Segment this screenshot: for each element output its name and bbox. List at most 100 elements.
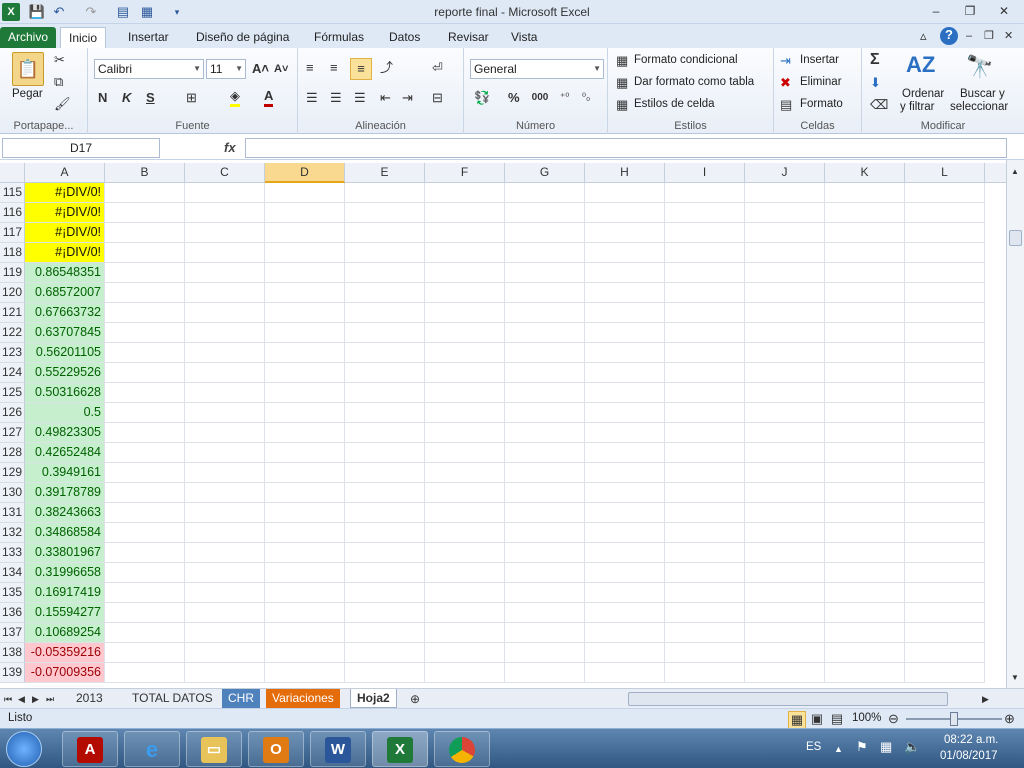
cell-i[interactable]: [665, 523, 745, 543]
cell-g[interactable]: [505, 183, 585, 203]
cell-b[interactable]: [105, 263, 185, 283]
cell-g[interactable]: [505, 463, 585, 483]
ribbon-restore-icon[interactable]: ❐: [984, 28, 994, 44]
cell-b[interactable]: [105, 463, 185, 483]
cell-g[interactable]: [505, 503, 585, 523]
cell-l[interactable]: [905, 523, 985, 543]
cell-f[interactable]: [425, 263, 505, 283]
cell-j[interactable]: [745, 243, 825, 263]
cell-c[interactable]: [185, 523, 265, 543]
cell-k[interactable]: [825, 543, 905, 563]
taskbar-ie[interactable]: e: [124, 731, 180, 767]
cell-h[interactable]: [585, 223, 665, 243]
cell-e[interactable]: [345, 383, 425, 403]
underline-button[interactable]: S: [146, 90, 155, 106]
cell-h[interactable]: [585, 263, 665, 283]
row-header[interactable]: 116: [0, 203, 25, 223]
cell-d[interactable]: [265, 563, 345, 583]
cell-i[interactable]: [665, 423, 745, 443]
cell-j[interactable]: [745, 563, 825, 583]
cell-c[interactable]: [185, 203, 265, 223]
cell-h[interactable]: [585, 183, 665, 203]
cell-a[interactable]: 0.67663732: [25, 303, 105, 323]
clock-date[interactable]: 01/08/2017: [940, 750, 998, 762]
cell-f[interactable]: [425, 203, 505, 223]
cell-a[interactable]: 0.50316628: [25, 383, 105, 403]
cell-g[interactable]: [505, 643, 585, 663]
cell-g[interactable]: [505, 263, 585, 283]
increase-indent-icon[interactable]: ⇥: [402, 90, 413, 106]
cell-a[interactable]: 0.68572007: [25, 283, 105, 303]
cell-g[interactable]: [505, 223, 585, 243]
cell-a[interactable]: -0.07009356: [25, 663, 105, 683]
cell-l[interactable]: [905, 643, 985, 663]
cell-j[interactable]: [745, 403, 825, 423]
cell-k[interactable]: [825, 503, 905, 523]
cell-i[interactable]: [665, 203, 745, 223]
cell-d[interactable]: [265, 663, 345, 683]
cell-c[interactable]: [185, 583, 265, 603]
row-header[interactable]: 117: [0, 223, 25, 243]
cell-i[interactable]: [665, 243, 745, 263]
cell-f[interactable]: [425, 603, 505, 623]
fill-icon[interactable]: ⬇: [870, 75, 881, 91]
decrease-decimal-icon[interactable]: ⁰₀: [582, 90, 590, 106]
cell-a[interactable]: #¡DIV/0!: [25, 203, 105, 223]
cell-b[interactable]: [105, 523, 185, 543]
cell-l[interactable]: [905, 563, 985, 583]
cell-f[interactable]: [425, 483, 505, 503]
insert-function-button[interactable]: fx: [224, 140, 236, 155]
delete-cells-button[interactable]: Eliminar: [800, 76, 842, 88]
cell-e[interactable]: [345, 223, 425, 243]
cell-a[interactable]: #¡DIV/0!: [25, 183, 105, 203]
cell-i[interactable]: [665, 643, 745, 663]
cell-a[interactable]: 0.16917419: [25, 583, 105, 603]
row-header[interactable]: 130: [0, 483, 25, 503]
row-header[interactable]: 134: [0, 563, 25, 583]
cell-i[interactable]: [665, 583, 745, 603]
cell-b[interactable]: [105, 423, 185, 443]
ribbon-close-icon[interactable]: ✕: [1004, 28, 1013, 44]
cell-g[interactable]: [505, 483, 585, 503]
sort-filter-label-1[interactable]: Ordenar: [902, 88, 944, 100]
cell-e[interactable]: [345, 183, 425, 203]
cell-g[interactable]: [505, 583, 585, 603]
cell-f[interactable]: [425, 563, 505, 583]
cell-b[interactable]: [105, 563, 185, 583]
column-header-j[interactable]: J: [745, 163, 825, 183]
cell-i[interactable]: [665, 283, 745, 303]
cell-i[interactable]: [665, 503, 745, 523]
zoom-level[interactable]: 100%: [852, 712, 881, 724]
taskbar-chrome[interactable]: [434, 731, 490, 767]
cell-h[interactable]: [585, 303, 665, 323]
cell-l[interactable]: [905, 603, 985, 623]
cell-k[interactable]: [825, 323, 905, 343]
cell-j[interactable]: [745, 263, 825, 283]
tab-insertar[interactable]: Insertar: [120, 27, 177, 48]
taskbar-outlook[interactable]: O: [248, 731, 304, 767]
clear-icon[interactable]: ⌫: [870, 97, 888, 113]
cell-a[interactable]: 0.56201105: [25, 343, 105, 363]
cell-e[interactable]: [345, 503, 425, 523]
cell-j[interactable]: [745, 223, 825, 243]
number-format-combo[interactable]: General ▼: [470, 59, 604, 79]
cell-j[interactable]: [745, 203, 825, 223]
cell-a[interactable]: 0.38243663: [25, 503, 105, 523]
vertical-scroll-thumb[interactable]: [1009, 230, 1022, 246]
row-header[interactable]: 120: [0, 283, 25, 303]
cell-e[interactable]: [345, 643, 425, 663]
cell-h[interactable]: [585, 583, 665, 603]
cell-c[interactable]: [185, 663, 265, 683]
cell-e[interactable]: [345, 463, 425, 483]
cell-d[interactable]: [265, 523, 345, 543]
cell-k[interactable]: [825, 383, 905, 403]
close-button[interactable]: ✕: [990, 2, 1018, 20]
cell-j[interactable]: [745, 183, 825, 203]
cell-j[interactable]: [745, 603, 825, 623]
format-cells-button[interactable]: Formato: [800, 98, 843, 110]
cell-l[interactable]: [905, 403, 985, 423]
cell-h[interactable]: [585, 243, 665, 263]
cell-e[interactable]: [345, 263, 425, 283]
cell-c[interactable]: [185, 503, 265, 523]
row-header[interactable]: 119: [0, 263, 25, 283]
